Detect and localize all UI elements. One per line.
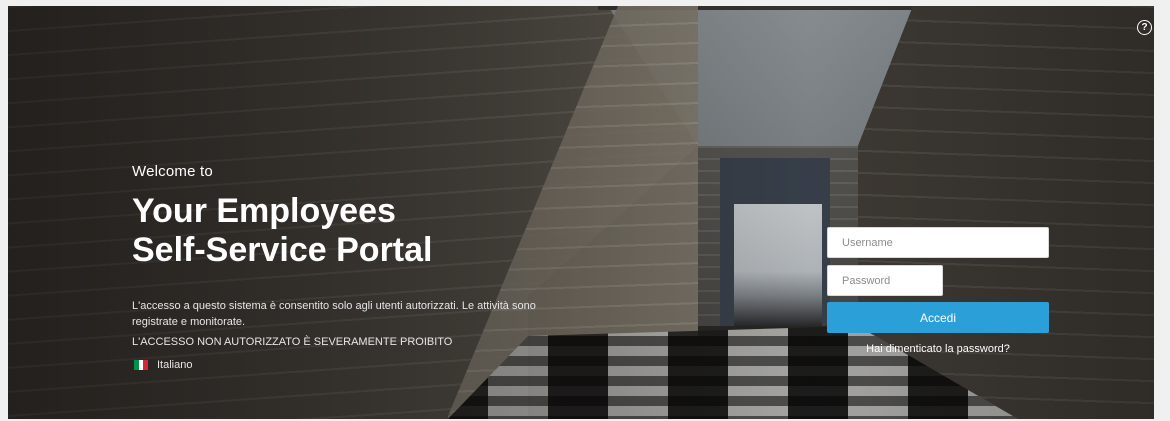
language-label: Italiano: [157, 359, 193, 371]
portal-title-line-2: Self-Service Portal: [132, 231, 433, 269]
forgot-password-link[interactable]: Hai dimenticato la password?: [827, 343, 1049, 355]
password-input[interactable]: [827, 265, 943, 296]
language-selector[interactable]: Italiano: [134, 359, 192, 371]
access-notice: L'accesso a questo sistema è consentito …: [132, 300, 536, 328]
login-page: ? Welcome to Your Employees Self-Service…: [8, 6, 1154, 419]
italy-flag-icon: [134, 360, 149, 370]
access-warning: L'ACCESSO NON AUTORIZZATO È SEVERAMENTE …: [132, 336, 453, 348]
portal-title: Your Employees Self-Service Portal: [132, 192, 552, 270]
help-circle-icon[interactable]: ?: [1137, 20, 1152, 35]
welcome-text: Welcome to: [132, 163, 213, 180]
username-input[interactable]: [827, 227, 1049, 258]
portal-title-line-1: Your Employees: [132, 192, 396, 230]
login-button[interactable]: Accedi: [827, 302, 1049, 333]
